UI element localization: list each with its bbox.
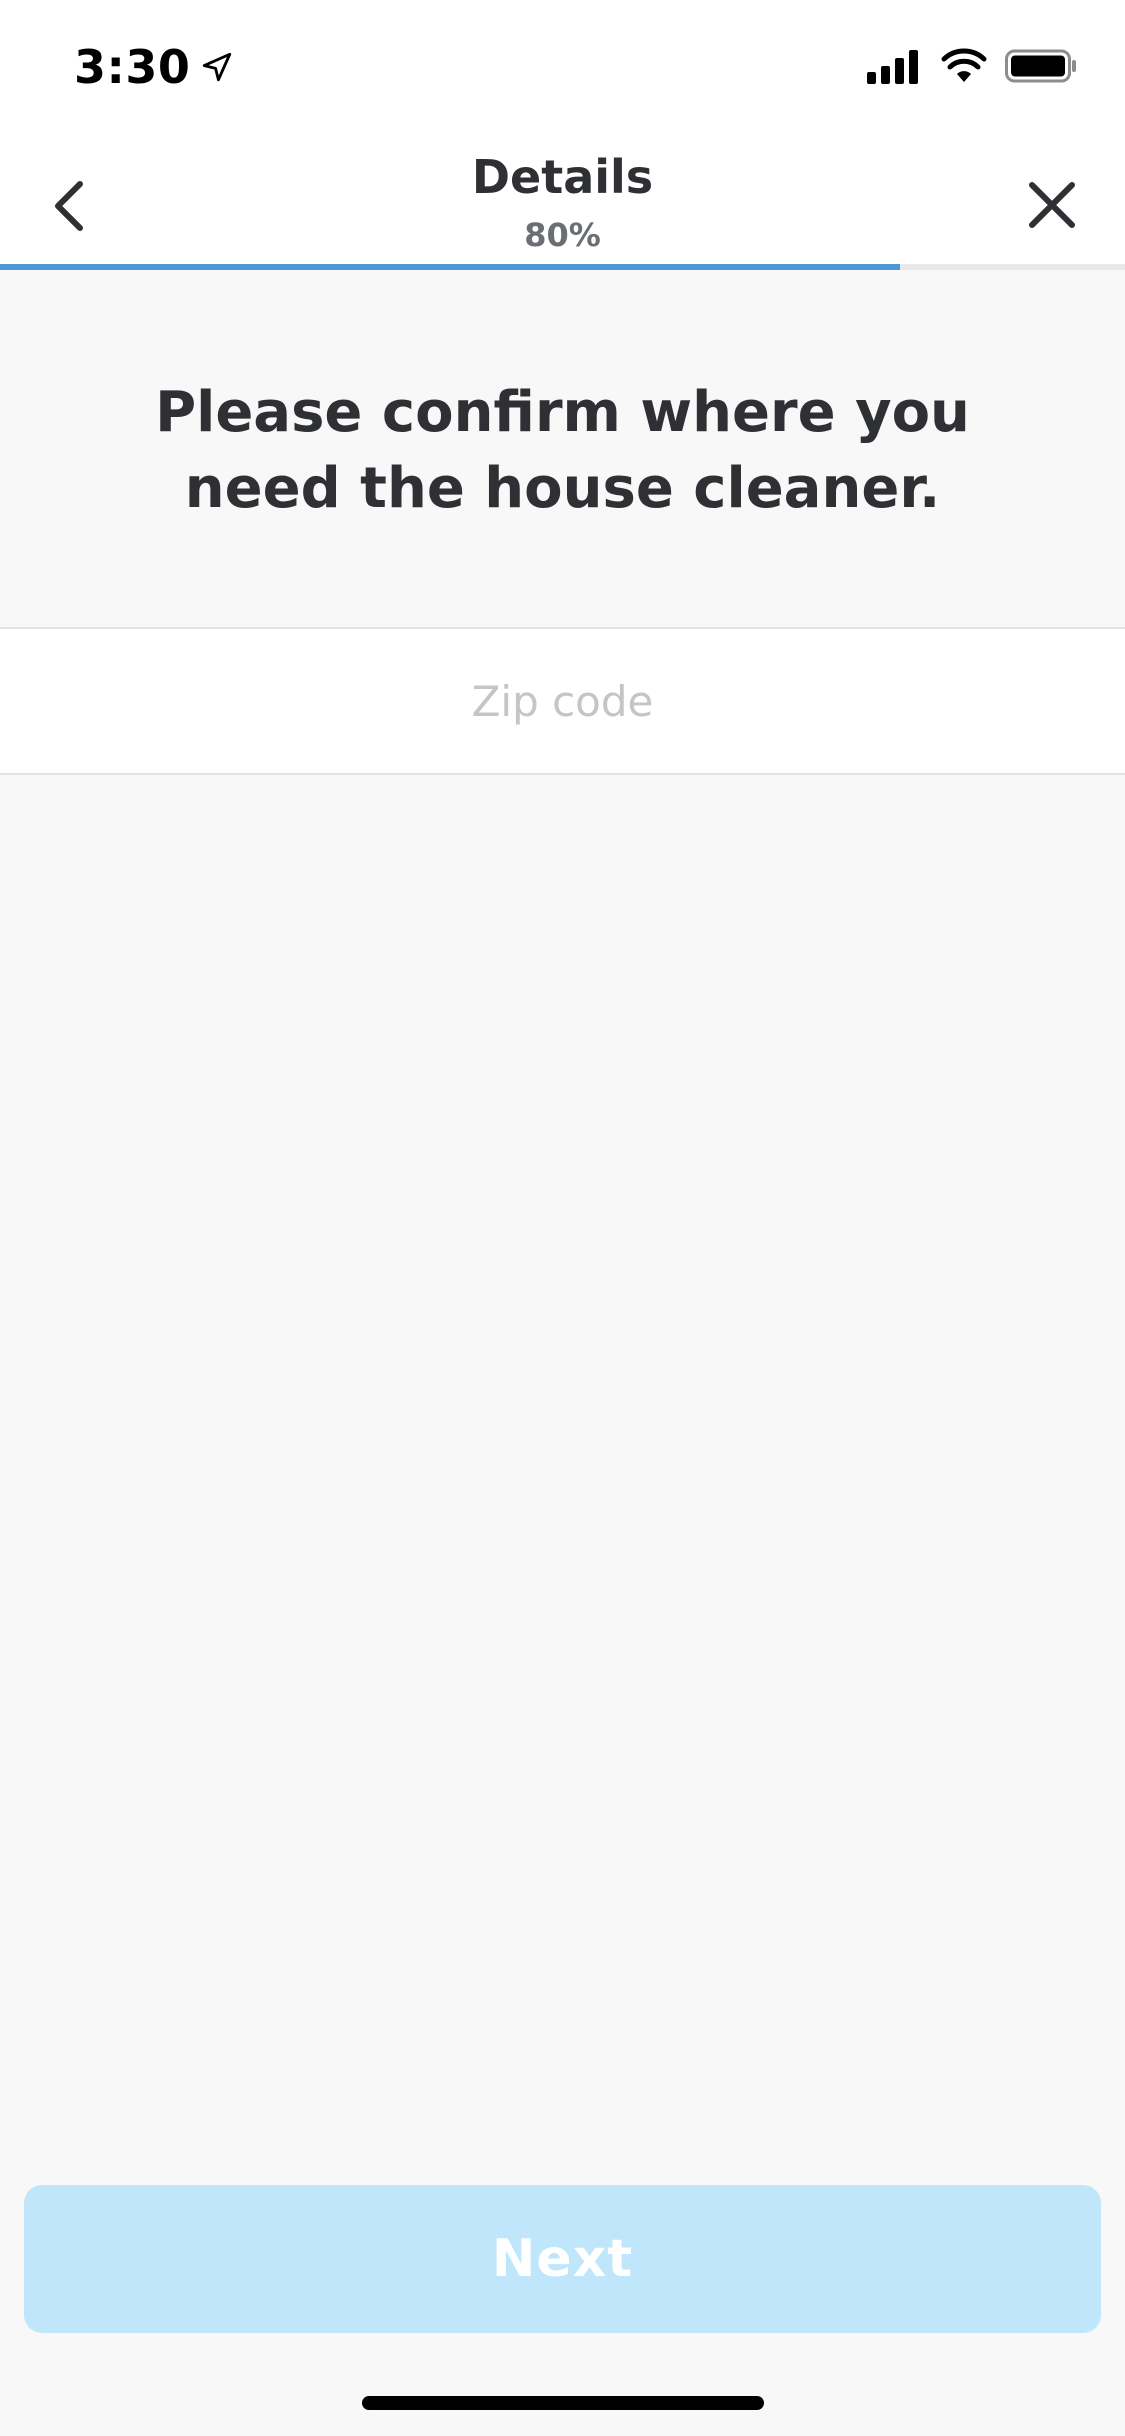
status-bar: 3:30 — [0, 0, 1125, 140]
page-title: Details — [471, 150, 654, 204]
next-button[interactable]: Next — [24, 2185, 1101, 2333]
status-time: 3:30 — [74, 40, 234, 94]
status-indicators — [867, 48, 1077, 84]
question-prompt: Please confirm where you need the house … — [155, 380, 970, 521]
location-arrow-icon — [203, 52, 232, 82]
battery-icon — [1005, 49, 1076, 83]
wifi-icon — [941, 48, 987, 82]
progress-bar-fill — [0, 264, 900, 270]
zip-code-row — [0, 627, 1125, 775]
cellular-signal-icon — [867, 48, 923, 84]
home-indicator — [362, 2396, 764, 2410]
zip-code-input[interactable] — [0, 629, 1125, 773]
status-time-text: 3:30 — [74, 40, 191, 94]
progress-percent-label: 80% — [524, 216, 601, 254]
progress-bar — [0, 264, 1125, 270]
close-icon[interactable] — [1017, 170, 1087, 240]
nav-bar: Details 80% — [0, 140, 1125, 266]
